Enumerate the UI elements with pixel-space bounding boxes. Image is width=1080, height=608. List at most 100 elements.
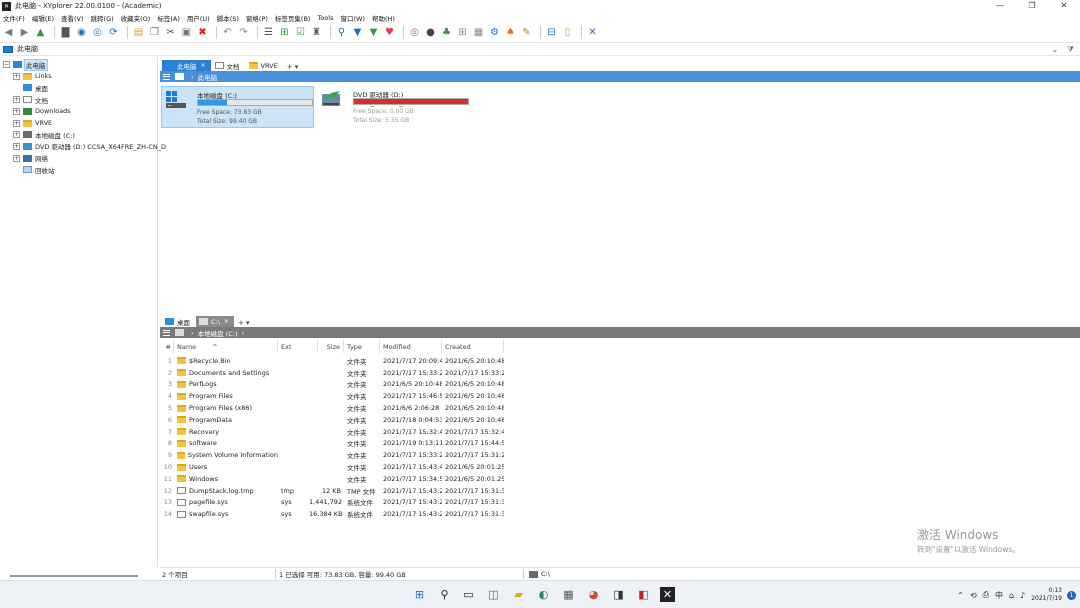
menu-favorites[interactable]: 收藏夹(O) <box>121 13 151 23</box>
table-row[interactable]: 4 Program Files 文件夹 2021/7/17 15:46:58 2021/… <box>160 390 1080 402</box>
tree-item[interactable]: + 网络 <box>13 153 48 164</box>
computer-icon[interactable]: ▇ <box>59 26 72 39</box>
new-folder-icon[interactable]: ▤ <box>132 26 145 39</box>
menu-user[interactable]: 用户(U) <box>187 13 210 23</box>
ime-indicator[interactable]: 中 <box>995 590 1003 601</box>
menu-panes[interactable]: 窗格(P) <box>246 13 268 23</box>
tree-toggle-icon[interactable]: ⊞ <box>278 26 291 39</box>
dartboard-icon[interactable]: ◎ <box>408 26 421 39</box>
tree-horizontal-scrollbar[interactable] <box>10 575 138 577</box>
print-icon[interactable]: ⎙ <box>983 590 989 600</box>
volume-icon[interactable]: ♪ <box>1020 591 1025 600</box>
grid-icon[interactable]: ⊞ <box>456 26 469 39</box>
visual-filter-icon[interactable]: ▼ <box>367 26 380 39</box>
clock[interactable]: 0:13 2021/7/19 <box>1031 587 1062 603</box>
chevron-up-icon[interactable]: ⌃ <box>957 591 964 600</box>
search-icon[interactable]: ⚲ <box>437 587 452 602</box>
breadcrumb-item[interactable]: 本地磁盘 (C:) <box>198 328 238 338</box>
tree-item[interactable]: + DVD 驱动器 (D:) CCSA_X64FRE_ZH-CN_D <box>13 141 166 152</box>
table-row[interactable]: 12 DumpStack.log.tmp tmp 12 KB TMP 文件 2021/7/… <box>160 485 1080 497</box>
filter-icon[interactable]: ▼ <box>351 26 364 39</box>
menu-view[interactable]: 查看(V) <box>61 13 84 23</box>
store-icon[interactable]: ▦ <box>561 587 576 602</box>
flush-icon[interactable]: ♜ <box>310 26 323 39</box>
chevron-right-icon[interactable]: › <box>241 329 244 337</box>
drive-tile-d[interactable]: DVD 驱动器 (D:) CCSA_X64FRE_ZH-... Free Spa… <box>318 86 471 128</box>
table-row[interactable]: 11 Windows 文件夹 2021/7/17 15:34:51 2021/6/5 2… <box>160 473 1080 485</box>
back-arrow-icon[interactable]: ◀ <box>2 26 15 39</box>
dark-circle-icon[interactable]: ● <box>424 26 437 39</box>
color-shapes-icon[interactable]: ♠ <box>504 26 517 39</box>
address-path[interactable]: 此电脑 <box>17 44 38 54</box>
menu-tabsets[interactable]: 标签页集(B) <box>275 13 311 23</box>
xmind-icon[interactable]: ◧ <box>636 587 651 602</box>
table-row[interactable]: 1 $Recycle.Bin 文件夹 2021/7/17 20:09:42 2021/6… <box>160 355 1080 367</box>
dual-pane-icon[interactable]: ⊟ <box>545 26 558 39</box>
chevron-down-icon[interactable]: ⌄ <box>1052 45 1059 54</box>
table-row[interactable]: 8 software 文件夹 2021/7/19 0:13:11 2021/7/17 1… <box>160 438 1080 450</box>
sync-icon[interactable]: ⟲ <box>970 591 977 600</box>
column-header-name[interactable]: Name ^ <box>174 340 278 353</box>
column-header-modified[interactable]: Modified <box>380 340 442 353</box>
task-view-icon[interactable]: ▭ <box>461 587 476 602</box>
table-row[interactable]: 14 swapfile.sys sys 16,384 KB 系统文件 2021/7/17 … <box>160 508 1080 520</box>
brush-icon[interactable]: ✎ <box>520 26 533 39</box>
close-button[interactable]: ✕ <box>1048 0 1080 12</box>
menu-edit[interactable]: 编辑(E) <box>32 13 54 23</box>
app-icon[interactable]: ◨ <box>611 587 626 602</box>
tab-this-pc[interactable]: 此电脑 × <box>162 60 211 71</box>
tree-item[interactable]: + Downloads <box>13 106 71 117</box>
tree-expander[interactable]: + <box>13 72 20 80</box>
tools-icon[interactable]: ✕ <box>586 26 599 39</box>
checkbox-icon[interactable]: ☑ <box>294 26 307 39</box>
up-arrow-icon[interactable]: ▲ <box>34 26 47 39</box>
undo-icon[interactable]: ↶ <box>221 26 234 39</box>
refresh-icon[interactable]: ⟳ <box>107 26 120 39</box>
table-row[interactable]: 5 Program Files (x86) 文件夹 2021/6/6 2:06:28 2… <box>160 402 1080 414</box>
tree-expander[interactable]: − <box>3 61 10 68</box>
minimize-button[interactable]: — <box>984 0 1016 12</box>
table-row[interactable]: 6 ProgramData 文件夹 2021/7/18 0:04:53 2021/6/5… <box>160 414 1080 426</box>
tab-documents[interactable]: 文档 <box>212 60 245 71</box>
tree-item[interactable]: 回收站 <box>13 164 55 175</box>
find-icon[interactable]: ⚲ <box>335 26 348 39</box>
menu-file[interactable]: 文件(F) <box>3 13 25 23</box>
chrome-icon[interactable]: ◕ <box>586 587 601 602</box>
tree-item[interactable]: + 文档 <box>13 94 48 105</box>
chevron-right-icon[interactable]: › <box>191 329 194 337</box>
table-row[interactable]: 3 PerfLogs 文件夹 2021/6/5 20:10:48 2021/6/5 20… <box>160 379 1080 391</box>
maximize-button[interactable]: ❐ <box>1016 0 1048 12</box>
chevron-right-icon[interactable]: › <box>191 73 194 81</box>
delete-icon[interactable]: ✖ <box>196 26 209 39</box>
widgets-icon[interactable]: ◫ <box>486 587 501 602</box>
tree-expander[interactable]: + <box>13 119 20 127</box>
table-row[interactable]: 2 Documents and Settings 文件夹 2021/7/17 15:3… <box>160 367 1080 379</box>
column-header-ext[interactable]: Ext <box>278 340 318 353</box>
settings-gear-icon[interactable]: ⚙ <box>488 26 501 39</box>
column-header-type[interactable]: Type <box>344 340 380 353</box>
filter-icon[interactable]: ⧩ <box>1067 45 1074 54</box>
address-bar[interactable]: 此电脑 ⌄ ⧩ <box>0 42 1080 56</box>
breadcrumb-item[interactable]: 此电脑 <box>198 72 218 82</box>
close-tab-icon[interactable]: × <box>201 62 206 69</box>
tab-c-drive[interactable]: C:\ × <box>196 316 234 327</box>
redo-icon[interactable]: ↷ <box>237 26 250 39</box>
search-circle-icon[interactable]: ◎ <box>91 26 104 39</box>
tree-item[interactable]: + VRVE <box>13 118 52 129</box>
edge-browser-icon[interactable]: ◐ <box>536 587 551 602</box>
column-header-size[interactable]: Size <box>318 340 344 353</box>
table-row[interactable]: 13 pagefile.sys sys 1,441,792 KB系统文件 2021/7/… <box>160 497 1080 509</box>
drive-tile-c[interactable]: 本地磁盘 (C:) Free Space: 73.83 GB Total Siz… <box>161 86 314 128</box>
preview-pane-icon[interactable]: ▯ <box>561 26 574 39</box>
file-explorer-icon[interactable]: ▰ <box>511 587 526 602</box>
menu-help[interactable]: 帮助(H) <box>372 13 395 23</box>
table-row[interactable]: 9 System Volume Information 文件夹 2021/7/17 1… <box>160 449 1080 461</box>
xyplorer-taskbar-icon[interactable]: ✕ <box>660 587 675 602</box>
tree-item[interactable]: + Links <box>13 71 52 82</box>
menu-scripting[interactable]: 脚本(S) <box>217 13 239 23</box>
properties-icon[interactable]: ☰ <box>262 26 275 39</box>
add-tab-button[interactable]: + ▾ <box>238 319 250 327</box>
table-row[interactable]: 10 Users 文件夹 2021/7/17 15:43:40 2021/6/5 20:… <box>160 461 1080 473</box>
tree-item[interactable]: 桌面 <box>13 82 48 93</box>
network-icon[interactable]: ⌂ <box>1009 591 1014 600</box>
